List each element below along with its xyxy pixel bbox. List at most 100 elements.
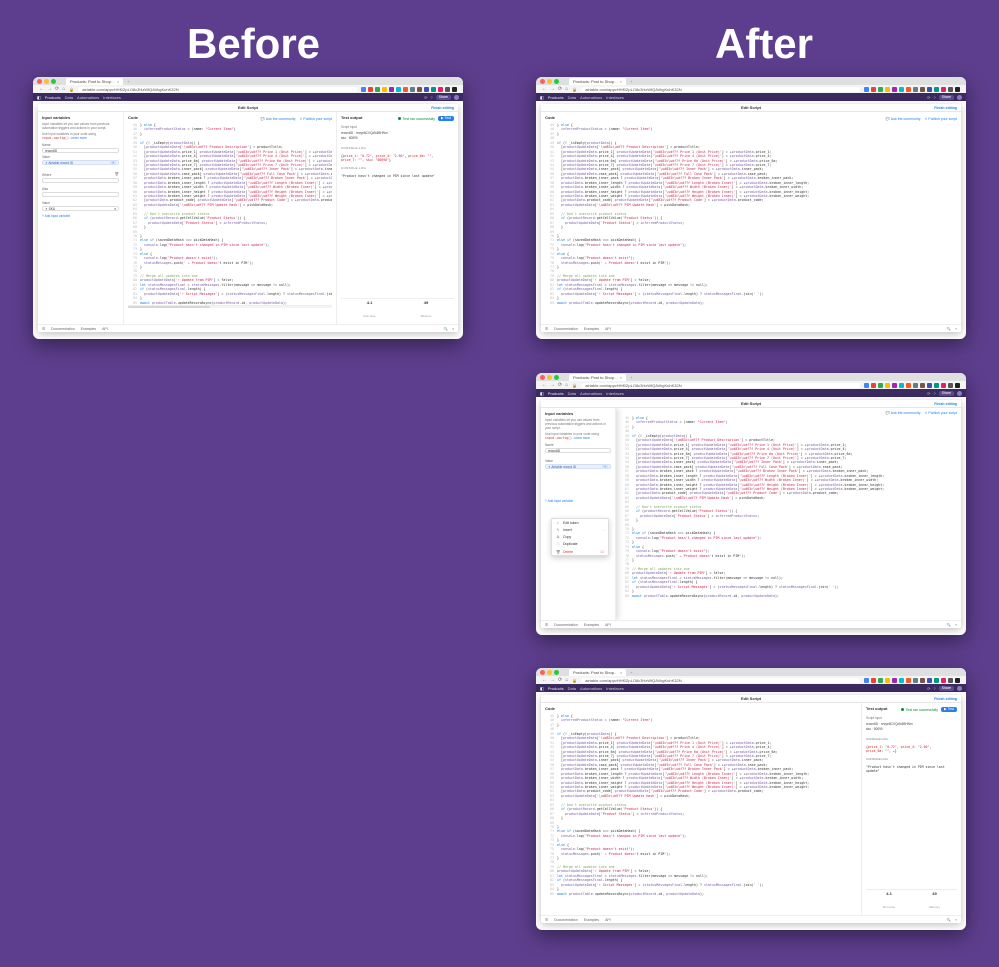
publish-script-link[interactable]: ⇪ Publish your script xyxy=(299,117,332,121)
share-button[interactable]: Share xyxy=(436,95,451,100)
ctx-delete[interactable]: 🗑Delete⌫ xyxy=(552,548,608,555)
chevron-down-icon: ▾ xyxy=(114,207,116,211)
modal-footer: ☰ Documentation Examples API 🔍 ▾ xyxy=(38,324,458,332)
code-editor[interactable]: 45} else { 46 inferredProductStatus = (n… xyxy=(545,123,957,305)
search-icon[interactable]: 🔍 xyxy=(947,327,951,331)
trash-icon[interactable]: 🗑 xyxy=(115,172,119,176)
sku-select[interactable]: ✦ SKU ▾ xyxy=(42,206,119,211)
finish-editing-link[interactable]: Finish editing xyxy=(934,106,957,110)
learn-more-link[interactable]: Learn more xyxy=(71,136,87,140)
ask-community-link[interactable]: 💬 Ask the community xyxy=(261,117,296,121)
back-icon[interactable]: ← xyxy=(39,86,44,92)
h-scrollbar[interactable] xyxy=(128,305,332,308)
url-bar[interactable]: airtable.com/appvHHf0ZpLO8c3HzWfQAVkgKuh… xyxy=(581,87,860,92)
avatar[interactable] xyxy=(957,95,962,100)
code-pane: Code 💬 Ask the community ⇪ Publish your … xyxy=(124,112,336,324)
new-tab-icon[interactable]: + xyxy=(630,79,632,84)
tab-interfaces[interactable]: Interfaces xyxy=(103,95,121,100)
chevron-down-icon[interactable]: ▾ xyxy=(452,327,454,331)
footer-api[interactable]: API xyxy=(605,327,611,331)
footer-examples[interactable]: Examples xyxy=(584,327,599,331)
browser-tab[interactable]: Products: Post to Shop…× xyxy=(569,78,626,85)
console-label: CONSOLE.LOG xyxy=(341,146,454,150)
ask-community-link[interactable]: 💬 Ask the community xyxy=(886,117,921,121)
extension-icons[interactable] xyxy=(361,87,457,92)
ask-community-link[interactable]: 💬 Ask the community xyxy=(886,411,921,415)
close-icon[interactable] xyxy=(37,79,42,84)
history-icon[interactable]: ⟳ xyxy=(424,95,427,100)
finish-editing-link[interactable]: Finish editing xyxy=(934,697,957,701)
publish-script-link[interactable]: ⇪ Publish your script xyxy=(924,411,957,415)
modal-title: Edit Script xyxy=(238,105,258,110)
share-button[interactable]: Share xyxy=(939,95,954,100)
browser-chrome: Products: Post to Shop… × + ← → ⟳ ⌂ 🔒 ai… xyxy=(33,77,463,93)
browser-tab[interactable]: Products: Post to Shop…× xyxy=(569,374,626,381)
sku-value: 80090 xyxy=(349,136,358,140)
value-token[interactable]: ✦ Airtable record ID + xyxy=(42,160,119,165)
tab-automations[interactable]: Automations xyxy=(77,95,99,100)
reload-icon[interactable]: ⟳ xyxy=(55,86,59,92)
test-output-label: Test output xyxy=(341,115,362,120)
screenshot-after-1: Products: Post to Shop…× + ←→⟳⌂ 🔒 airtab… xyxy=(536,77,966,339)
tab-title: Products: Post to Shop… xyxy=(70,79,115,84)
avatar[interactable] xyxy=(454,95,459,100)
code-editor[interactable]: 45} else { 46 inferredProductStatus = (n… xyxy=(545,714,857,896)
name-input[interactable] xyxy=(545,448,611,453)
input-vars-hint: Use input variables in your code using i… xyxy=(42,132,119,140)
footer-api[interactable]: API xyxy=(102,327,108,331)
name-label: Name xyxy=(42,143,119,147)
footer-docs[interactable]: Documentation xyxy=(554,327,578,331)
tab-data[interactable]: Data xyxy=(65,95,73,100)
value-label-2: Value xyxy=(42,201,119,205)
help-icon[interactable]: ? xyxy=(430,95,432,100)
maximize-icon[interactable] xyxy=(51,79,56,84)
footer-docs[interactable]: Documentation xyxy=(51,327,75,331)
add-token-icon[interactable]: + xyxy=(110,161,116,165)
code-editor[interactable]: 45} else { 46 inferredProductStatus = (n… xyxy=(620,416,957,598)
forward-icon[interactable]: → xyxy=(47,86,52,92)
console-label-2: CONSOLE.LOG xyxy=(341,166,454,170)
input-vars-label: Input variables xyxy=(42,115,119,120)
tab-close-icon[interactable]: × xyxy=(117,79,119,84)
tab-automations[interactable]: Automations xyxy=(580,95,602,100)
minimize-icon[interactable] xyxy=(44,79,49,84)
search-icon[interactable]: 🔍 xyxy=(444,327,448,331)
code-editor[interactable]: 45} else { 46 inferredProductStatus = (n… xyxy=(128,123,332,305)
tab-interfaces[interactable]: Interfaces xyxy=(606,95,624,100)
base-name[interactable]: Products xyxy=(45,95,61,100)
ctx-insert[interactable]: ✎Insert› xyxy=(552,526,608,533)
browser-tab[interactable]: Products: Post to Shop… × xyxy=(66,78,123,85)
also-label: Also xyxy=(42,187,119,191)
home-icon[interactable]: ⌂ xyxy=(62,86,65,92)
heading-before: Before xyxy=(187,20,320,68)
name-input[interactable] xyxy=(42,148,119,153)
value-token[interactable]: ✦ Airtable record ID+ xyxy=(545,464,611,469)
browser-tab[interactable]: Products: Post to Shop…× xyxy=(569,669,626,676)
ctx-copy[interactable]: ⧉Copy xyxy=(552,533,608,540)
window-controls[interactable] xyxy=(33,77,60,86)
tab-data[interactable]: Data xyxy=(568,95,576,100)
publish-script-link[interactable]: ⇪ Publish your script xyxy=(924,117,957,121)
test-button[interactable]: ▶ Test xyxy=(438,116,454,121)
finish-editing-link[interactable]: Finish editing xyxy=(431,106,454,110)
finish-editing-link[interactable]: Finish editing xyxy=(934,402,957,406)
chevron-down-icon[interactable]: ▾ xyxy=(955,327,957,331)
test-output-pane: Test output Test ran successfully ▶ Test… xyxy=(861,703,961,915)
heading-after: After xyxy=(715,20,813,68)
ctx-duplicate[interactable]: ⿻Duplicate xyxy=(552,540,608,548)
add-input-variable-link[interactable]: + Add input variable xyxy=(545,499,573,503)
ctx-edit-token[interactable]: ✓Edit token xyxy=(552,519,608,526)
url-bar[interactable]: airtable.com/appvHHf0ZpLO8c3HzWfQAVkgKuh… xyxy=(78,87,357,92)
also-input[interactable] xyxy=(42,192,119,197)
script-input-label: Script input xyxy=(341,125,454,129)
value-label: Value xyxy=(42,155,119,159)
learn-more-link[interactable]: Learn more xyxy=(574,436,590,440)
lock-icon: 🔒 xyxy=(69,87,74,92)
test-button[interactable]: ▶ Test xyxy=(941,707,957,712)
where-input[interactable] xyxy=(42,178,119,183)
new-tab-icon[interactable]: + xyxy=(127,79,129,84)
token-context-menu: ✓Edit token ✎Insert› ⧉Copy ⿻Duplicate 🗑D… xyxy=(551,518,609,556)
add-input-variable-link[interactable]: + Add input variable xyxy=(42,214,70,218)
footer-examples[interactable]: Examples xyxy=(81,327,96,331)
nav-buttons[interactable]: ← → ⟳ ⌂ xyxy=(39,86,65,92)
